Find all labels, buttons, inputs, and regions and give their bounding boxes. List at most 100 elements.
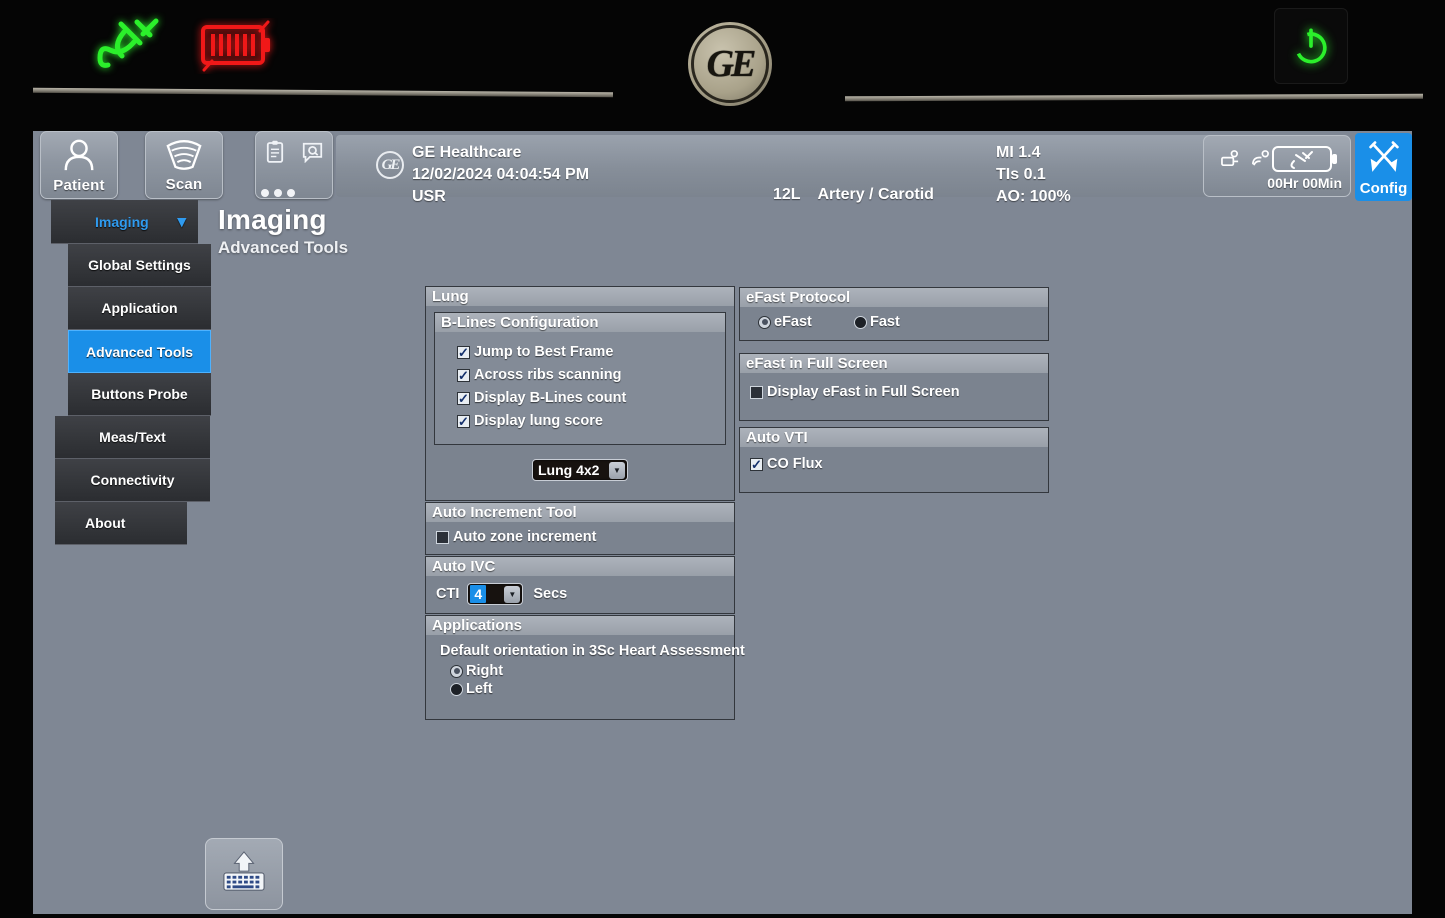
- checkbox-icon[interactable]: ✓: [750, 457, 763, 471]
- radio-orientation-right[interactable]: Right: [450, 663, 724, 679]
- probe-application-info: 12L Artery / Carotid: [773, 186, 934, 204]
- clipboard-icon[interactable]: [266, 140, 284, 169]
- panel-efast-protocol: eFast Protocol eFast Fast: [739, 287, 1049, 341]
- radio-fast[interactable]: Fast: [854, 314, 900, 330]
- probe-port-icon: [1220, 150, 1241, 174]
- sidebar-item-label: Application: [101, 300, 178, 316]
- checkbox-jump-to-best-frame[interactable]: ✓ Jump to Best Frame: [457, 344, 713, 360]
- bezel-vent-right: [844, 93, 1424, 102]
- tools-tile[interactable]: [255, 131, 333, 199]
- panel-applications: Applications Default orientation in 3Sc …: [425, 615, 745, 720]
- cti-unit-label: Secs: [533, 586, 568, 602]
- facility-info: GE Healthcare 12/02/2024 04:04:54 PM USR: [412, 142, 589, 208]
- patient-info-bar: GE GE Healthcare 12/02/2024 04:04:54 PM …: [336, 135, 1336, 205]
- checkbox-icon[interactable]: [750, 385, 763, 399]
- checkbox-auto-zone-increment[interactable]: Auto zone increment: [436, 529, 724, 545]
- datetime-label: 12/02/2024 04:04:54 PM: [412, 166, 590, 183]
- checkbox-display-blines-count[interactable]: ✓ Display B-Lines count: [457, 390, 713, 406]
- sidebar-item-advanced-tools[interactable]: Advanced Tools: [68, 330, 211, 373]
- config-button-label: Config: [1359, 180, 1408, 197]
- application-label: Artery / Carotid: [817, 186, 934, 203]
- sidebar-item-label: Connectivity: [90, 472, 175, 488]
- sidebar-group-label: Imaging: [95, 213, 149, 230]
- chevron-down-icon[interactable]: ▼: [609, 461, 625, 479]
- lung-layout-select[interactable]: Lung 4x2 ▼: [532, 459, 628, 481]
- panel-auto-vti-title: Auto VTI: [740, 428, 1048, 447]
- user-label: USR: [412, 188, 446, 205]
- power-button[interactable]: [1274, 8, 1348, 84]
- sidebar-item-connectivity[interactable]: Connectivity: [55, 459, 210, 502]
- panel-efast-fullscreen: eFast in Full Screen Display eFast in Fu…: [739, 353, 1049, 421]
- option-label: Left: [466, 681, 493, 697]
- patient-icon: [60, 138, 98, 177]
- checkbox-icon[interactable]: [436, 530, 449, 544]
- cti-value: 4: [470, 585, 487, 603]
- radio-icon[interactable]: [450, 682, 463, 696]
- mi-value: MI 1.4: [996, 144, 1041, 161]
- ge-small-logo: GE: [376, 151, 404, 179]
- option-label: Auto zone increment: [453, 529, 597, 545]
- checkbox-co-flux[interactable]: ✓ CO Flux: [750, 456, 1038, 472]
- chevron-down-icon[interactable]: ▾: [177, 212, 186, 232]
- option-label: Display B-Lines count: [474, 390, 627, 406]
- battery-status-icon: [1272, 146, 1338, 172]
- more-dots-icon[interactable]: [261, 189, 295, 197]
- scan-button[interactable]: Scan: [145, 131, 223, 199]
- checkbox-display-efast-fullscreen[interactable]: Display eFast in Full Screen: [750, 384, 1038, 400]
- system-status-tile: 00Hr 00Min: [1203, 135, 1351, 197]
- sidebar-group-imaging[interactable]: Imaging ▾: [51, 200, 198, 244]
- panel-efast-fullscreen-title: eFast in Full Screen: [740, 354, 1048, 373]
- sidebar-item-buttons-probe[interactable]: Buttons Probe: [68, 373, 211, 416]
- sidebar-item-application[interactable]: Application: [68, 287, 211, 330]
- patient-button[interactable]: Patient: [40, 131, 118, 199]
- cti-value-select[interactable]: 4 ▼: [467, 583, 524, 605]
- option-label: eFast: [774, 314, 812, 330]
- probe-label: 12L: [773, 186, 801, 203]
- panel-efast-protocol-title: eFast Protocol: [740, 288, 1048, 307]
- panel-blines-title: B-Lines Configuration: [435, 313, 725, 332]
- cti-field-label: CTI: [436, 586, 460, 602]
- option-label: Fast: [870, 314, 900, 330]
- page-subtitle: Advanced Tools: [218, 238, 349, 257]
- manufacturer-label: GE Healthcare: [412, 144, 522, 161]
- sidebar-item-label: Global Settings: [88, 257, 191, 273]
- panel-auto-increment-tool: Auto Increment Tool Auto zone increment: [425, 502, 735, 555]
- sidebar-item-label: Buttons Probe: [91, 386, 188, 402]
- battery-time-label: 00Hr 00Min: [1267, 175, 1342, 191]
- option-label: Across ribs scanning: [474, 367, 622, 383]
- sidebar-item-label: About: [85, 515, 126, 531]
- scan-button-label: Scan: [165, 176, 203, 193]
- checkbox-icon[interactable]: ✓: [457, 391, 470, 405]
- sidebar-item-global-settings[interactable]: Global Settings: [68, 244, 211, 287]
- panel-lung-title: Lung: [426, 287, 734, 306]
- chevron-down-icon[interactable]: ▼: [504, 585, 521, 603]
- checkbox-display-lung-score[interactable]: ✓ Display lung score: [457, 413, 713, 429]
- tis-value: TIs 0.1: [996, 166, 1046, 183]
- radio-efast[interactable]: eFast: [758, 314, 854, 330]
- sidebar-item-meas-text[interactable]: Meas/Text: [55, 416, 210, 459]
- panel-applications-title: Applications: [426, 616, 734, 635]
- top-status-bar: Patient Scan GE GE Healthcare 12/02/2024…: [33, 131, 1412, 205]
- sidebar-item-about[interactable]: About: [55, 502, 187, 545]
- checkbox-icon[interactable]: ✓: [457, 414, 470, 428]
- radio-icon[interactable]: [758, 315, 771, 329]
- search-icon[interactable]: [302, 142, 323, 168]
- panel-auto-ivc: Auto IVC CTI 4 ▼ Secs: [425, 556, 735, 614]
- ge-logo: GE: [688, 22, 772, 106]
- radio-icon[interactable]: [450, 664, 463, 678]
- radio-icon[interactable]: [854, 315, 867, 329]
- radio-orientation-left[interactable]: Left: [450, 681, 724, 697]
- bezel-vent-left: [32, 87, 614, 98]
- show-keyboard-button[interactable]: [205, 838, 283, 910]
- battery-charging-icon: [190, 18, 282, 74]
- option-label: CO Flux: [767, 456, 823, 472]
- config-button[interactable]: Config: [1355, 133, 1412, 201]
- applications-description: Default orientation in 3Sc Heart Assessm…: [440, 643, 745, 659]
- checkbox-icon[interactable]: ✓: [457, 345, 470, 359]
- ao-value: AO: 100%: [996, 188, 1071, 205]
- panel-lung: Lung B-Lines Configuration ✓ Jump to Bes…: [425, 286, 735, 501]
- panel-auto-vti: Auto VTI ✓ CO Flux: [739, 427, 1049, 493]
- checkbox-icon[interactable]: ✓: [457, 368, 470, 382]
- checkbox-across-ribs-scanning[interactable]: ✓ Across ribs scanning: [457, 367, 713, 383]
- settings-sidebar: Imaging ▾ Global Settings Application Ad…: [51, 200, 213, 545]
